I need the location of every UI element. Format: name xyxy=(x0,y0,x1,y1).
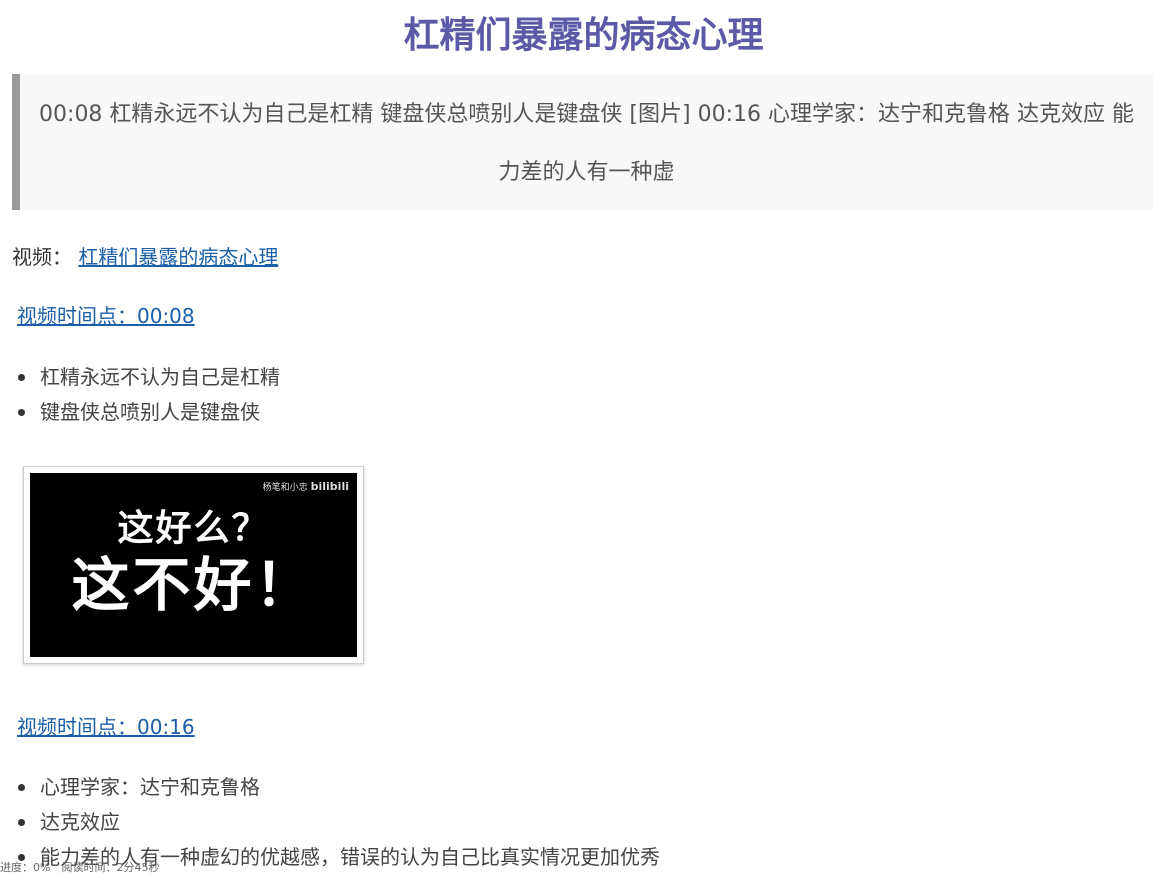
thumbnail-watermark: 杨笔和小忠 bilibili xyxy=(263,481,349,494)
video-source-line: 视频： 杠精们暴露的病态心理 xyxy=(12,242,278,272)
page-title: 杠精们暴露的病态心理 xyxy=(403,15,764,56)
list-item: 键盘侠总喷别人是键盘侠 xyxy=(18,395,280,430)
bullet-list-2: 心理学家：达宁和克鲁格 达克效应 能力差的人有一种虚幻的优越感，错误的认为自己比… xyxy=(18,770,660,875)
bilibili-logo: bilibili xyxy=(310,480,349,493)
thumbnail-frame: 杨笔和小忠 bilibili 这好么？ 这不好！ xyxy=(30,473,357,657)
thumbnail-caption-main: 这不好！ xyxy=(71,551,316,619)
reading-progress: 进度：0% 阅读时间：2分45秒 xyxy=(0,861,160,874)
article-page: 杠精们暴露的病态心理 00:08 杠精永远不认为自己是杠精 键盘侠总喷别人是键盘… xyxy=(0,0,1167,875)
video-label: 视频： xyxy=(12,245,72,269)
video-thumbnail[interactable]: 杨笔和小忠 bilibili 这好么？ 这不好！ xyxy=(23,466,364,664)
summary-quote: 00:08 杠精永远不认为自己是杠精 键盘侠总喷别人是键盘侠 [图片] 00:1… xyxy=(12,74,1153,210)
list-item: 达克效应 xyxy=(18,805,660,840)
watermark-text: 杨笔和小忠 xyxy=(262,483,308,493)
video-link[interactable]: 杠精们暴露的病态心理 xyxy=(78,245,278,269)
list-item: 心理学家：达宁和克鲁格 xyxy=(18,770,660,805)
timestamp-link-0016[interactable]: 视频时间点：00:16 xyxy=(17,712,195,742)
thumbnail-caption-top: 这好么？ xyxy=(117,508,270,549)
bullet-list-1: 杠精永远不认为自己是杠精 键盘侠总喷别人是键盘侠 xyxy=(18,360,280,430)
timestamp-link-0008[interactable]: 视频时间点：00:08 xyxy=(17,301,195,331)
list-item: 杠精永远不认为自己是杠精 xyxy=(18,360,280,395)
